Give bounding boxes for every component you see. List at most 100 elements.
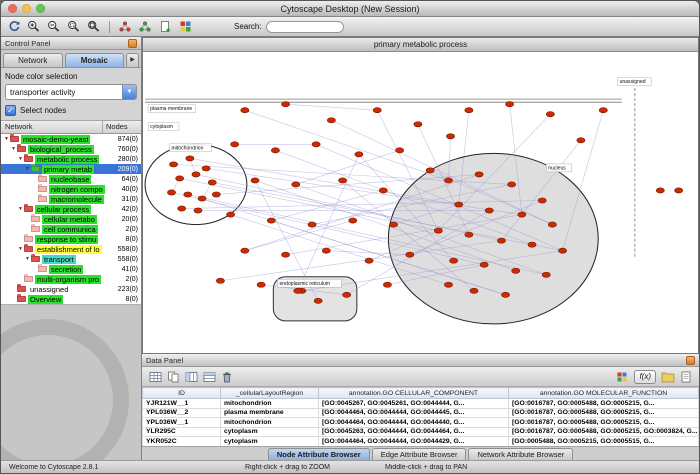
tree-row-unassigned[interactable]: unassigned223(0) [1, 284, 141, 294]
network-node[interactable] [343, 292, 351, 297]
doc-plus-button[interactable] [156, 19, 174, 34]
table-cell[interactable]: YJR121W__1 [143, 399, 221, 409]
network-node[interactable] [169, 162, 177, 167]
network-node[interactable] [465, 232, 473, 237]
network-node[interactable] [241, 108, 249, 113]
tab-network[interactable]: Network [3, 53, 63, 67]
network-node[interactable] [383, 282, 391, 287]
close-button[interactable] [8, 4, 17, 13]
network-view-title[interactable]: primary metabolic process [143, 38, 698, 52]
network-node[interactable] [322, 248, 330, 253]
expander-icon[interactable]: ▼ [24, 166, 31, 172]
tree-row-response-to-stimu[interactable]: response to stimu8(0) [1, 234, 141, 244]
network-node[interactable] [281, 252, 289, 257]
network-node[interactable] [480, 262, 488, 267]
column-header-annotation-go-cellular-component[interactable]: annotation.GO CELLULAR_COMPONENT [319, 388, 509, 399]
expander-icon[interactable]: ▼ [17, 156, 24, 162]
network-node[interactable] [656, 188, 664, 193]
table-cell[interactable]: YPL036W__1 [143, 418, 221, 428]
network-node[interactable] [455, 202, 463, 207]
network-node[interactable] [518, 212, 526, 217]
network-node[interactable] [497, 238, 505, 243]
table-cell[interactable]: YKR052C [143, 437, 221, 447]
network-node[interactable] [349, 218, 357, 223]
network-node[interactable] [167, 190, 175, 195]
expander-icon[interactable]: ▼ [24, 256, 31, 262]
zoom-fit-button[interactable] [85, 19, 103, 34]
network-node[interactable] [434, 228, 442, 233]
network-node[interactable] [506, 102, 514, 107]
network-node[interactable] [406, 252, 414, 257]
network-node[interactable] [414, 122, 422, 127]
refresh-button[interactable] [5, 19, 23, 34]
float-panel-icon[interactable] [128, 39, 137, 48]
table-cell[interactable]: YPL036W__2 [143, 408, 221, 418]
window-titlebar[interactable]: Cytoscape Desktop (New Session) [1, 1, 699, 17]
tab-scroll-right-icon[interactable]: ▶ [126, 53, 139, 67]
network-node[interactable] [271, 148, 279, 153]
tab-edge-attribute-browser[interactable]: Edge Attribute Browser [372, 448, 467, 460]
network-node[interactable] [512, 268, 520, 273]
network-node[interactable] [186, 156, 194, 161]
search-input[interactable] [266, 21, 344, 33]
network-node[interactable] [212, 192, 220, 197]
table-cell[interactable]: [GO:0045263, GO:0044444, GO:0044464, G..… [319, 427, 509, 437]
tree-row-cellular-process[interactable]: ▼cellular process42(0) [1, 204, 141, 214]
table-cell[interactable]: [GO:0044464, GO:0044444, GO:0044429, G..… [319, 437, 509, 447]
network-node[interactable] [294, 288, 302, 293]
network-node[interactable] [184, 192, 192, 197]
tree-row-overview[interactable]: Overview8(0) [1, 294, 141, 304]
tree-row-primary-metab[interactable]: ▼primary metab209(0) [1, 164, 141, 174]
network-node[interactable] [379, 188, 387, 193]
network-node[interactable] [194, 208, 202, 213]
network-node[interactable] [241, 248, 249, 253]
network-canvas[interactable]: plasma membranecytoplasmmitochondrionnuc… [143, 52, 698, 353]
network-node[interactable] [485, 208, 493, 213]
network-node[interactable] [231, 142, 239, 147]
table-cell[interactable]: mitochondrion [221, 399, 319, 409]
network-node[interactable] [396, 148, 404, 153]
network-node[interactable] [577, 138, 585, 143]
zoom-in-button[interactable] [25, 19, 43, 34]
table-cell[interactable]: mitochondrion [221, 418, 319, 428]
tree-row-transport[interactable]: ▼transport558(0) [1, 254, 141, 264]
network-node[interactable] [508, 182, 516, 187]
network-node[interactable] [251, 178, 259, 183]
network-node[interactable] [314, 298, 322, 303]
network-node[interactable] [192, 172, 200, 177]
zoom-region-button[interactable] [65, 19, 83, 34]
tree-row-secretion[interactable]: secretion41(0) [1, 264, 141, 274]
table-cell[interactable]: cytoplasm [221, 437, 319, 447]
network-node[interactable] [444, 282, 452, 287]
network-node[interactable] [528, 242, 536, 247]
table-cell[interactable]: [GO:0005488, GO:0005215, GO:0005515, G..… [509, 437, 699, 447]
tree-row-cellular-metabo[interactable]: cellular metabo20(0) [1, 214, 141, 224]
table-cell[interactable]: [GO:0016787, GO:0005488, GO:0005215, G..… [509, 399, 699, 409]
table-cell[interactable]: [GO:0044464, GO:0044444, GO:0044440, G..… [319, 418, 509, 428]
network-node[interactable] [501, 292, 509, 297]
tab-network-attribute-browser[interactable]: Network Attribute Browser [468, 448, 573, 460]
tab-mosaic[interactable]: Mosaic [65, 53, 125, 67]
table-cell[interactable]: [GO:0016787, GO:0005488, GO:0005215, G..… [509, 408, 699, 418]
table-cell[interactable]: cytoplasm [221, 427, 319, 437]
network-node[interactable] [327, 118, 335, 123]
tree-header-network[interactable]: Network [1, 121, 103, 133]
sheet-button[interactable] [678, 370, 694, 384]
network-node[interactable] [227, 212, 235, 217]
table-cell[interactable]: [GO:0044464, GO:0044444, GO:0044445, G..… [319, 408, 509, 418]
network-node[interactable] [538, 198, 546, 203]
table-cell[interactable]: [GO:0016787, GO:0005488, GO:0005215, G..… [509, 418, 699, 428]
table-button[interactable] [147, 370, 163, 384]
network-node[interactable] [426, 168, 434, 173]
network-node[interactable] [292, 182, 300, 187]
fx-button[interactable]: f(x) [634, 370, 656, 384]
tree-row-mosaic-demo-yeast[interactable]: ▼mosaic-demo-yeast874(0) [1, 134, 141, 144]
network-node[interactable] [365, 258, 373, 263]
tree-row-biological-process[interactable]: ▼biological_process760(0) [1, 144, 141, 154]
trash-button[interactable] [219, 370, 235, 384]
network-node[interactable] [446, 134, 454, 139]
copy-button[interactable] [165, 370, 181, 384]
tree-row-macromolecule[interactable]: macromolecule31(0) [1, 194, 141, 204]
network-node[interactable] [558, 248, 566, 253]
tab-node-attribute-browser[interactable]: Node Attribute Browser [268, 448, 370, 460]
